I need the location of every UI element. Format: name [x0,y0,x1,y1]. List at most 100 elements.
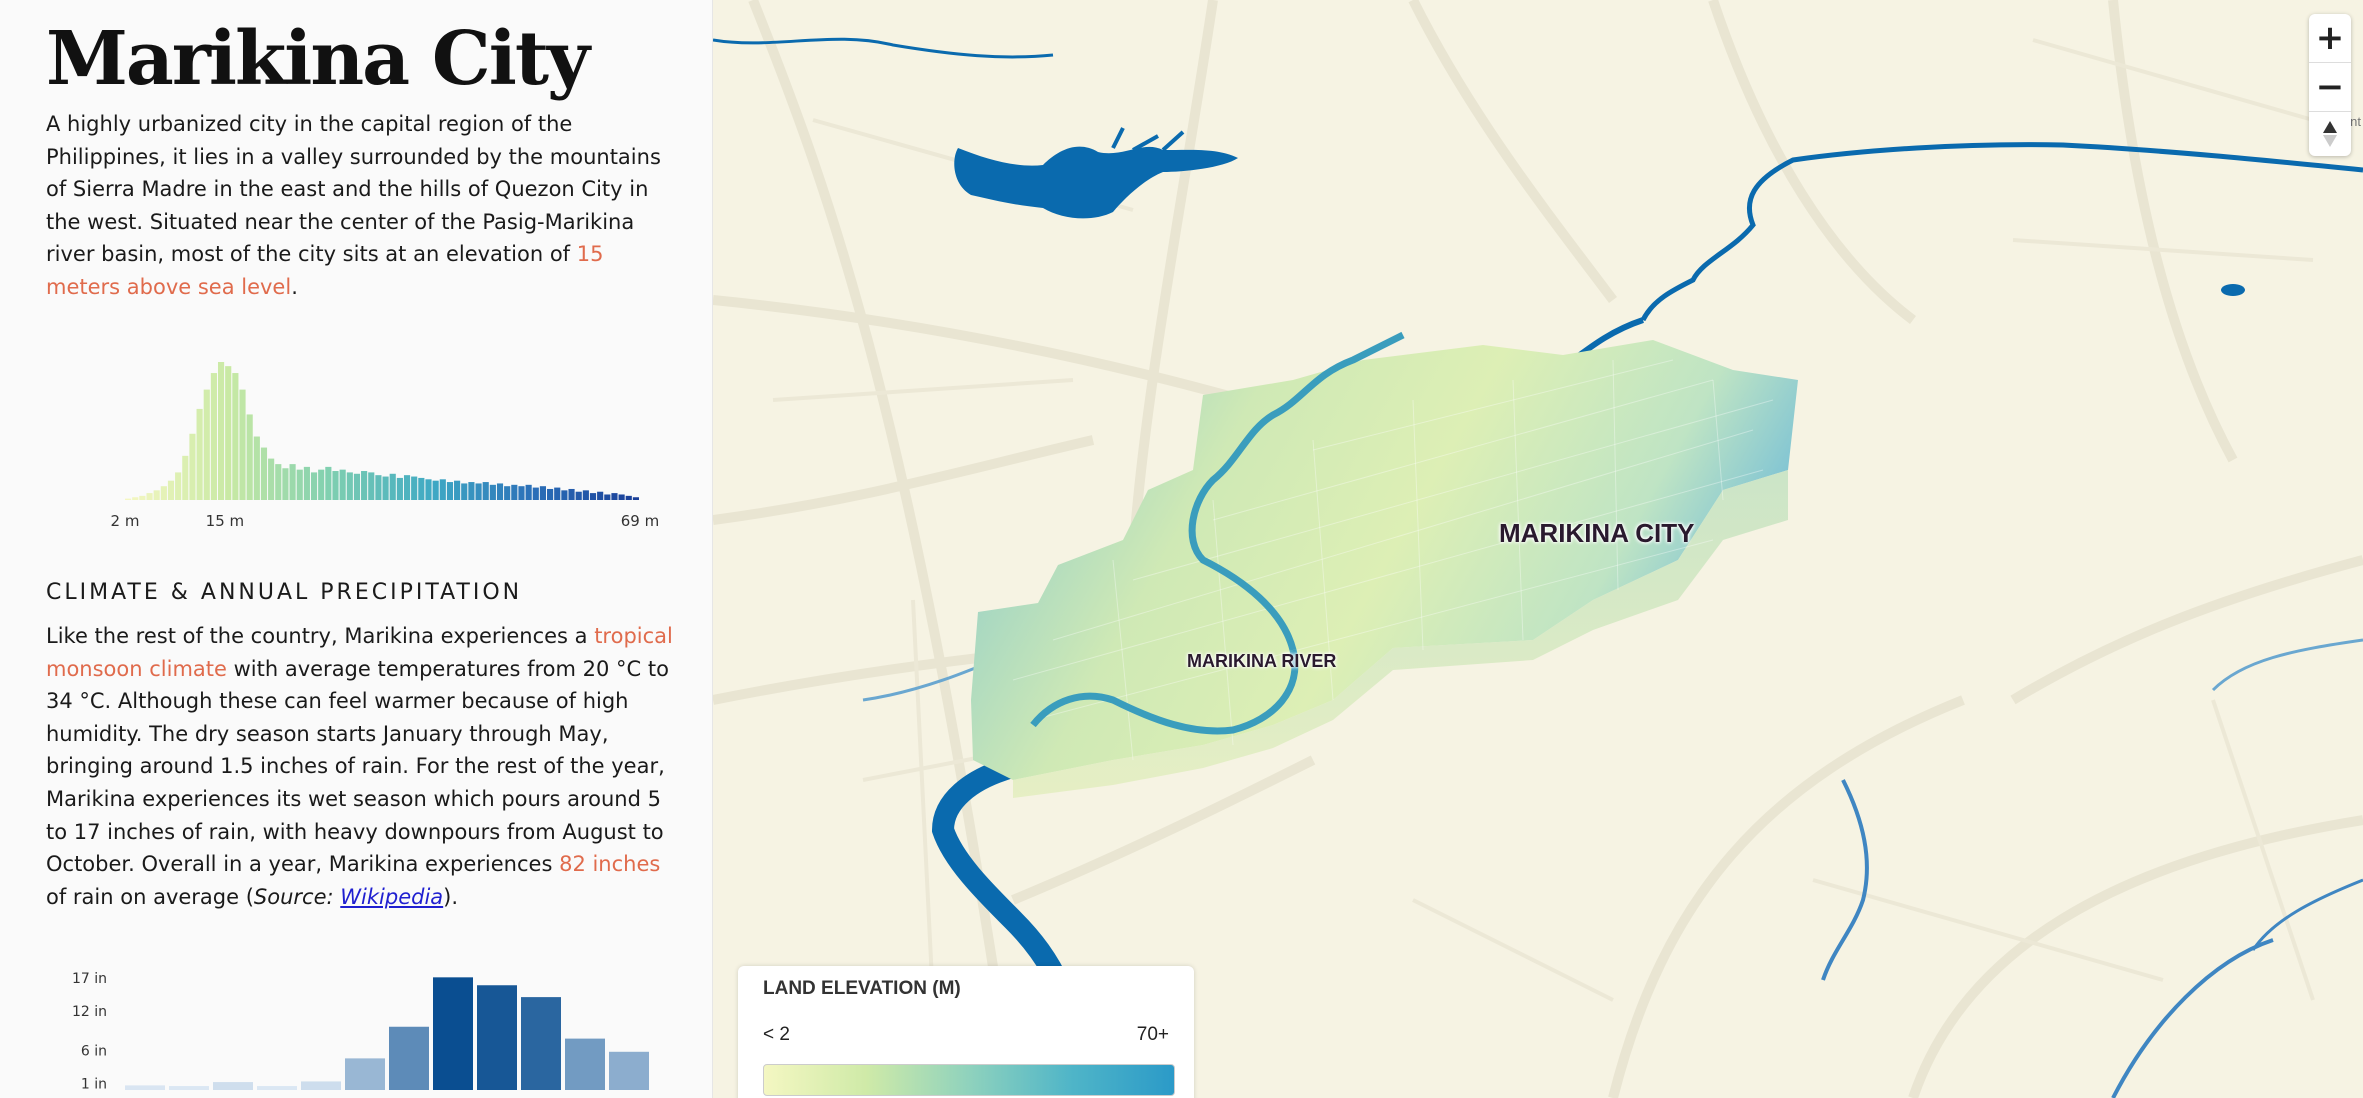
intro-text-end: . [291,274,298,299]
elevation-bar [468,482,475,500]
elevation-bar [411,476,418,500]
climate-text-3: of rain on average ( [46,884,254,909]
precip-bar [345,1058,385,1090]
intro-text: A highly urbanized city in the capital r… [46,112,661,267]
elevation-bar [418,477,425,500]
elevation-bar [217,362,225,500]
elevation-bar [432,480,439,500]
elevation-bar [339,469,346,500]
elevation-bar [582,490,589,500]
elevation-bar [203,389,210,500]
climate-heading: CLIMATE & ANNUAL PRECIPITATION [46,580,523,605]
river-label: MARIKINA RIVER [1187,651,1337,671]
precip-bar [125,1085,165,1090]
elevation-bar [275,464,282,500]
reservoir [954,146,1238,219]
precip-bar [477,985,517,1090]
elevation-bar [375,475,382,500]
city-label: MARIKINA CITY [1499,518,1695,548]
elevation-bar [568,488,575,500]
page-title: Marikina City [46,16,590,102]
elevation-bar [439,479,446,500]
elevation-bar [160,486,167,500]
precip-tick-label: 1 in [81,1076,107,1092]
elevation-bar [346,472,353,500]
elevation-bar [382,476,389,500]
elevation-bar [318,469,325,500]
elevation-bar [589,493,597,500]
elevation-bar [575,491,582,500]
elevation-bar [239,389,246,500]
map[interactable]: MARIKINA CITY MARIKINA RIVER Mount + − L… [713,0,2363,1098]
precipitation-chart: 17 in 12 in 6 in 1 in [72,971,649,1092]
elevation-bar [189,433,196,500]
elevation-tick-label: 15 m [206,512,244,530]
elevation-bar [175,472,182,500]
climate-text-1: Like the rest of the country, Marikina e… [46,624,595,648]
precip-bar [521,997,561,1090]
precip-bar [565,1038,605,1090]
compass-button[interactable] [2309,111,2351,156]
elevation-bar [361,471,368,500]
precip-tick-label: 6 in [81,1044,107,1060]
zoom-out-button[interactable]: − [2309,62,2351,111]
elevation-legend: LAND ELEVATION (M) < 2 70+ [738,966,1194,1098]
elevation-bar [604,494,611,500]
elevation-bar [561,490,568,500]
wikipedia-link[interactable]: Wikipedia [340,885,443,909]
elevation-bar [554,487,561,500]
precip-bar [169,1086,209,1090]
elevation-bar [325,466,332,500]
elevation-bar [246,414,253,500]
elevation-bar [196,408,203,500]
elevation-bar [368,472,375,500]
precip-bar [433,977,473,1090]
elevation-bar [268,458,275,500]
elevation-bar [182,455,189,500]
elevation-bar [597,491,604,500]
legend-max-label: 70+ [1136,1024,1169,1045]
elevation-bar [296,469,303,500]
elevation-bar [146,493,153,500]
elevation-bar [403,475,411,500]
precip-tick-label: 17 in [72,971,107,987]
precip-bar [609,1051,649,1090]
intro-paragraph: A highly urbanized city in the capital r… [46,108,676,304]
elevation-bar [289,464,296,500]
elevation-bar [139,495,146,500]
map-canvas[interactable] [713,0,2363,1098]
elevation-bar [167,480,175,500]
sidebar: Marikina City A highly urbanized city in… [0,0,713,1098]
legend-color-ramp [763,1064,1175,1096]
precip-bar [257,1086,297,1090]
elevation-bar [454,480,461,500]
elevation-bar [396,477,403,500]
climate-text-2: with average temperatures from 20 °C to … [46,656,669,877]
elevation-bar [632,497,639,500]
climate-paragraph: Like the rest of the country, Marikina e… [46,620,676,913]
upper-river [1640,142,2363,322]
elevation-bar [132,497,139,500]
zoom-in-button[interactable]: + [2309,14,2351,62]
elevation-tick-label: 69 m [621,512,659,530]
elevation-bar [489,484,496,500]
elevation-bar [260,447,268,500]
elevation-bar [461,483,468,500]
elevation-bar [625,495,632,500]
legend-min-label: < 2 [763,1024,790,1045]
elevation-bar [525,484,532,500]
elevation-bar [310,472,318,500]
zoom-controls: + − [2309,14,2351,156]
precip-tick-label: 12 in [72,1004,107,1020]
elevation-bar [611,493,618,500]
elevation-bar [539,486,547,500]
elevation-bar [618,494,625,500]
rainfall-highlight: 82 inches [559,852,661,877]
elevation-relief [971,340,1798,780]
legend-title: LAND ELEVATION (M) [763,978,961,999]
elevation-bar [282,468,289,500]
compass-icon [2323,121,2337,147]
elevation-bar [475,483,482,500]
elevation-bar [353,473,361,500]
elevation-tick-label: 2 m [111,512,140,530]
